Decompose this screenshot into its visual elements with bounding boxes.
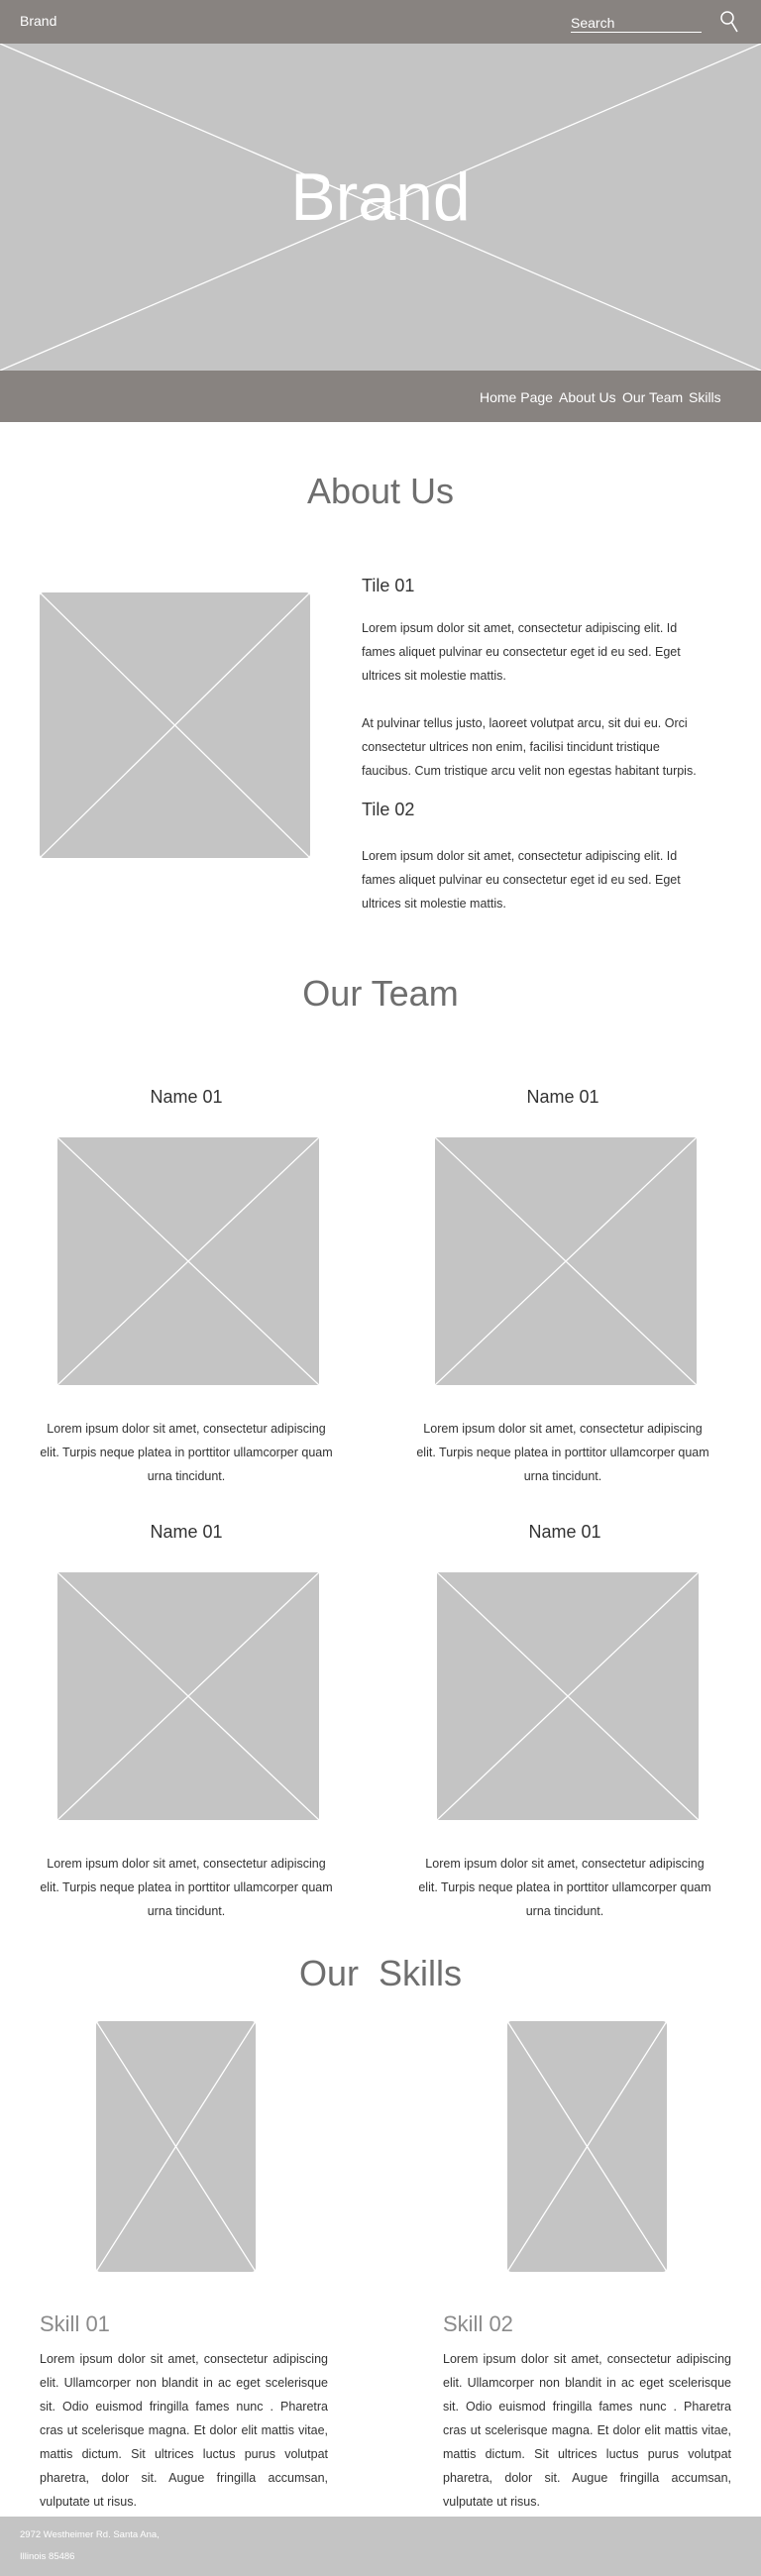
skill-02-heading: Skill 02 (443, 2311, 513, 2336)
nav-skills[interactable]: Skills (689, 389, 721, 405)
team-member-name: Name 01 (526, 1087, 599, 1107)
team-member-bio: Lorem ipsum dolor sit amet, consectetur … (40, 1857, 333, 1918)
team-member-bio: Lorem ipsum dolor sit amet, consectetur … (418, 1857, 711, 1918)
search-input[interactable] (571, 14, 702, 33)
about-image-placeholder (40, 592, 310, 858)
footer (0, 2517, 761, 2576)
team-member-bio: Lorem ipsum dolor sit amet, consectetur … (40, 1422, 333, 1483)
skill-01-heading: Skill 01 (40, 2311, 110, 2336)
team-member-photo-placeholder (57, 1137, 319, 1385)
skill-01-description: Lorem ipsum dolor sit amet, consectetur … (40, 2352, 328, 2509)
brand-logo-text[interactable]: Brand (20, 13, 56, 29)
tile-01-paragraph-2: At pulvinar tellus justo, laoreet volutp… (362, 716, 697, 778)
our-team-title: Our Team (302, 973, 459, 1014)
our-skills-title: Our Skills (298, 1953, 463, 1993)
team-member-photo-placeholder (437, 1572, 699, 1820)
nav-our-team[interactable]: Our Team (622, 389, 683, 405)
tile-01-heading: Tile 01 (362, 576, 415, 595)
skill-02-description: Lorem ipsum dolor sit amet, consectetur … (443, 2352, 731, 2509)
team-member-name: Name 01 (150, 1087, 223, 1107)
footer-address-line-1: 2972 Westheimer Rd. Santa Ana, (20, 2529, 160, 2540)
team-member-photo-placeholder (57, 1572, 319, 1820)
footer-address-line-2: Illinois 85486 (20, 2551, 75, 2562)
team-member-bio: Lorem ipsum dolor sit amet, consectetur … (416, 1422, 709, 1483)
tile-02-paragraph: Lorem ipsum dolor sit amet, consectetur … (362, 849, 681, 911)
skill-image-placeholder (507, 2021, 667, 2272)
hero-title: Brand (290, 160, 471, 235)
tile-01-paragraph-1: Lorem ipsum dolor sit amet, consectetur … (362, 621, 681, 683)
team-member-name: Name 01 (150, 1522, 223, 1542)
search-icon[interactable] (719, 10, 739, 34)
skill-image-placeholder (96, 2021, 256, 2272)
tile-02-heading: Tile 02 (362, 800, 415, 819)
team-member-name: Name 01 (528, 1522, 601, 1542)
nav-about-us[interactable]: About Us (559, 389, 616, 405)
nav-home-page[interactable]: Home Page (480, 389, 553, 405)
team-member-photo-placeholder (435, 1137, 697, 1385)
about-us-title: About Us (306, 471, 455, 511)
